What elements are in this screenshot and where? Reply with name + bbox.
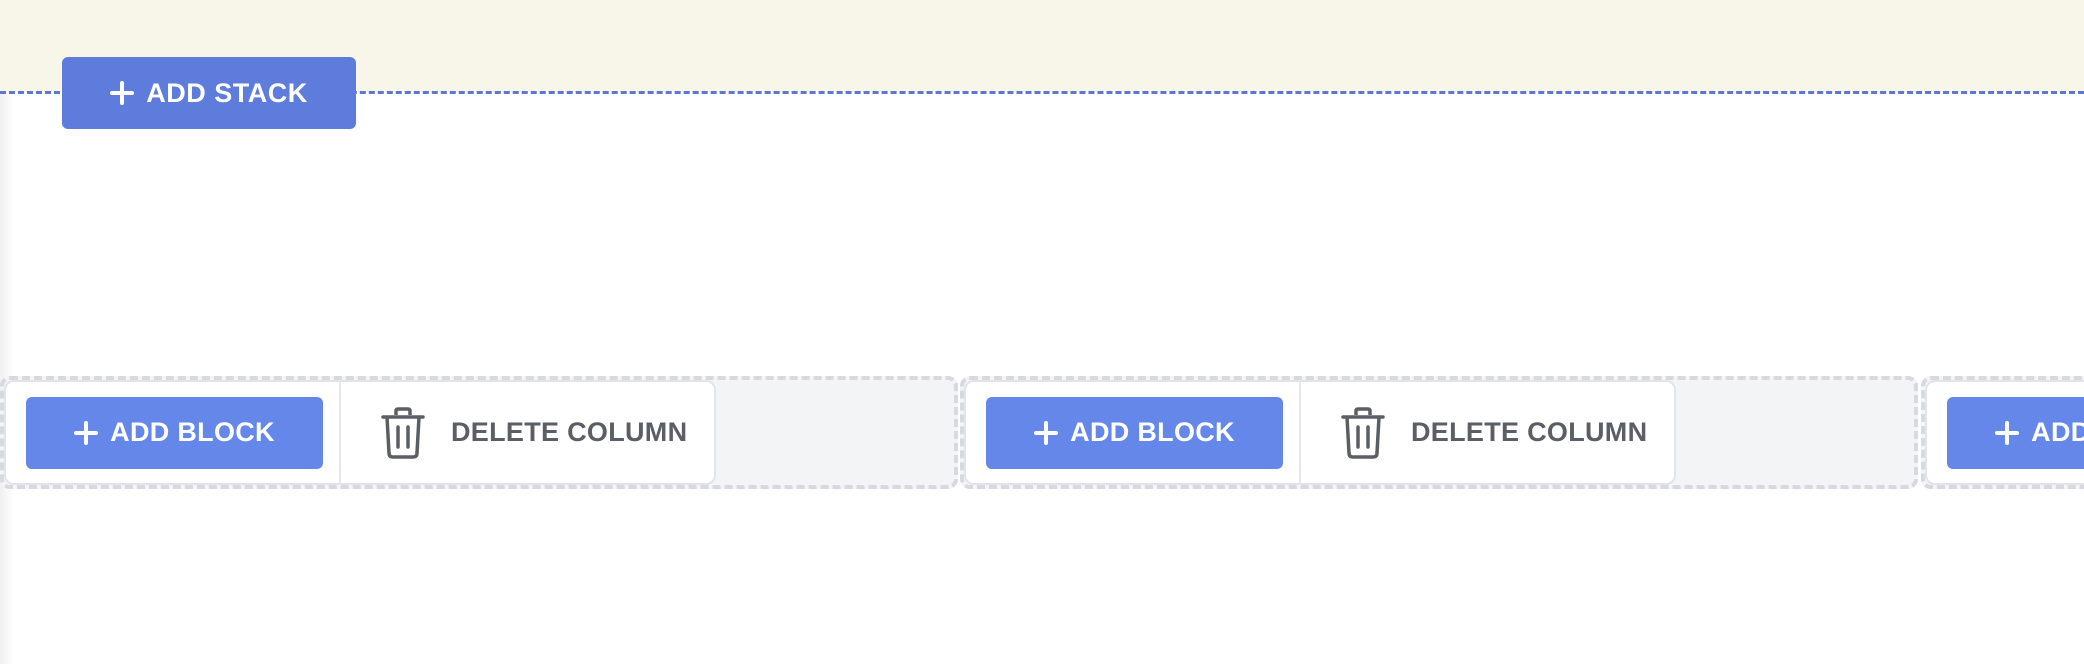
add-block-button[interactable]: ADD BLOCK — [1947, 396, 2084, 469]
toolbar-separator — [339, 380, 341, 485]
delete-column-label: DELETE COLUMN — [1411, 417, 1648, 447]
delete-column-label: DELETE COLUMN — [451, 417, 688, 447]
add-stack-label: ADD STACK — [146, 77, 308, 108]
add-block-label: ADD BLOCK — [2031, 417, 2084, 447]
plus-icon — [110, 81, 135, 105]
column-toolbar: ADD BLOCK DELETE COLUMN — [4, 380, 716, 485]
column-toolbar: ADD BLOCK — [1925, 380, 2084, 485]
add-block-label: ADD BLOCK — [110, 417, 275, 447]
plus-icon — [74, 420, 99, 445]
add-stack-button[interactable]: ADD STACK — [62, 57, 356, 129]
column-2: ADD BLOCK DELETE COLUMN — [960, 376, 1918, 489]
column-3: ADD BLOCK — [1921, 376, 2084, 489]
trash-icon — [381, 406, 425, 459]
toolbar-separator — [1299, 380, 1301, 485]
column-1: ADD BLOCK DELETE COLUMN — [0, 376, 958, 489]
add-block-label: ADD BLOCK — [1070, 417, 1235, 447]
plus-icon — [1034, 420, 1059, 445]
add-block-button[interactable]: ADD BLOCK — [986, 396, 1283, 469]
plus-icon — [1995, 420, 2020, 445]
delete-column-button[interactable]: DELETE COLUMN — [1341, 406, 1648, 459]
delete-column-button[interactable]: DELETE COLUMN — [381, 406, 688, 459]
add-block-button[interactable]: ADD BLOCK — [26, 396, 323, 469]
column-toolbar: ADD BLOCK DELETE COLUMN — [964, 380, 1676, 485]
trash-icon — [1341, 406, 1385, 459]
